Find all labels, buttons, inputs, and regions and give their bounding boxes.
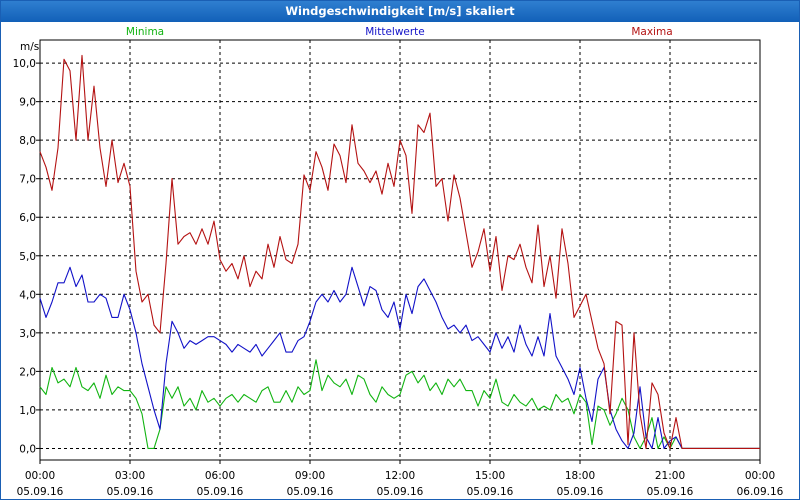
x-tick-date-label: 05.09.16 bbox=[107, 486, 154, 498]
legend: Minima Mittelwerte Maxima bbox=[126, 26, 673, 38]
legend-entry: Minima bbox=[126, 26, 164, 38]
grid bbox=[39, 40, 761, 460]
x-tick-time-label: 00:00 bbox=[745, 470, 775, 482]
x-tick-time-label: 00:00 bbox=[25, 470, 55, 482]
y-axis-label: m/s bbox=[20, 41, 39, 53]
y-tick-label: 0,0 bbox=[19, 443, 36, 455]
y-tick-label: 9,0 bbox=[19, 97, 36, 109]
x-tick-date-label: 06.09.16 bbox=[737, 486, 784, 498]
line-chart: 0,0 1,0 2,0 3,0 4,0 5,0 6,0 7,0 8,0 9,0 10,0 00:00… bbox=[13, 26, 784, 498]
x-axis: 00:00 05.09.16 03:00 05.09.16 06:00 05.09.16 0… bbox=[17, 460, 784, 498]
y-tick-label: 3,0 bbox=[19, 328, 36, 340]
x-tick-date-label: 05.09.16 bbox=[17, 486, 64, 498]
x-tick-date-label: 05.09.16 bbox=[557, 486, 604, 498]
y-tick-label: 7,0 bbox=[19, 174, 36, 186]
x-tick-time-label: 03:00 bbox=[115, 470, 145, 482]
x-tick-time-label: 15:00 bbox=[475, 470, 505, 482]
y-tick-label: 10,0 bbox=[13, 58, 36, 70]
x-tick-date-label: 05.09.16 bbox=[197, 486, 244, 498]
y-tick-label: 4,0 bbox=[19, 289, 36, 301]
x-tick-time-label: 18:00 bbox=[565, 470, 595, 482]
x-tick-date-label: 05.09.16 bbox=[467, 486, 514, 498]
y-tick-label: 2,0 bbox=[19, 366, 36, 378]
series-line bbox=[39, 359, 760, 449]
legend-entry: Mittelwerte bbox=[365, 26, 425, 38]
x-tick-date-label: 05.09.16 bbox=[377, 486, 424, 498]
y-tick-label: 5,0 bbox=[19, 251, 36, 263]
x-tick-time-label: 09:00 bbox=[295, 470, 325, 482]
y-tick-label: 6,0 bbox=[19, 212, 36, 224]
y-tick-label: 1,0 bbox=[19, 405, 36, 417]
x-tick-date-label: 05.09.16 bbox=[287, 486, 334, 498]
x-tick-time-label: 21:00 bbox=[655, 470, 685, 482]
y-axis: 0,0 1,0 2,0 3,0 4,0 5,0 6,0 7,0 8,0 9,0 10,0 bbox=[13, 58, 40, 455]
x-tick-time-label: 06:00 bbox=[205, 470, 235, 482]
legend-entry: Maxima bbox=[631, 26, 672, 38]
x-tick-time-label: 12:00 bbox=[385, 470, 415, 482]
x-tick-date-label: 05.09.16 bbox=[647, 486, 694, 498]
y-tick-label: 8,0 bbox=[19, 135, 36, 147]
